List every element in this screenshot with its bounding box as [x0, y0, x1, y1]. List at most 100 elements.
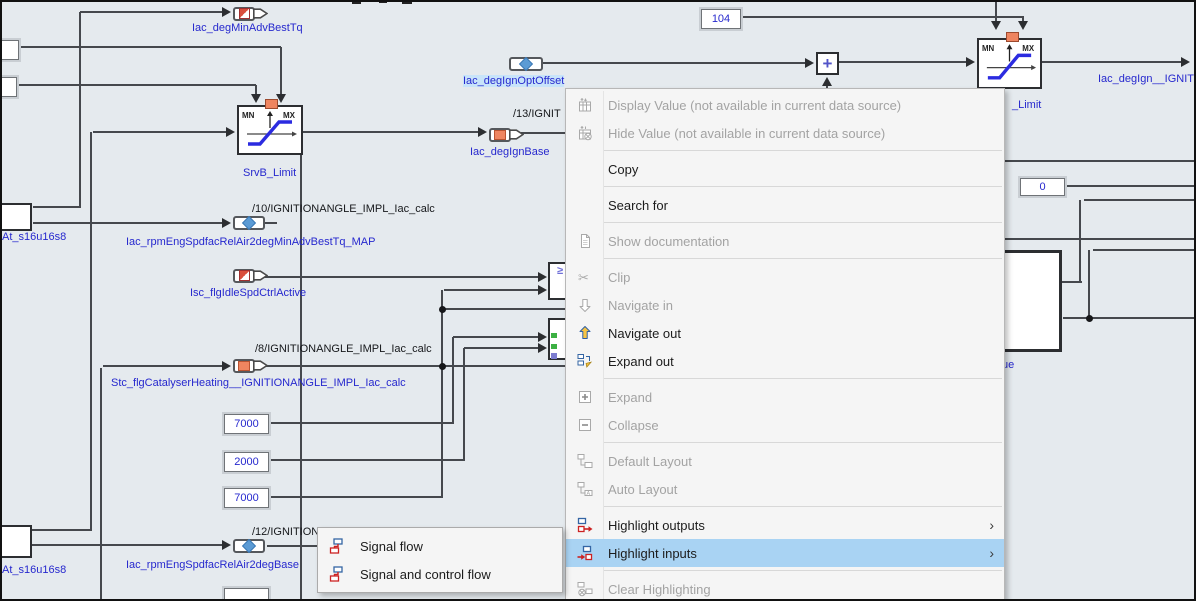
- constant-block[interactable]: 7000: [224, 414, 269, 434]
- arrowhead: [991, 21, 1001, 30]
- hierarchy-path-label[interactable]: /8/IGNITIONANGLE_IMPL_Iac_calc: [255, 343, 432, 355]
- menu-item-search-for[interactable]: Search for: [566, 191, 1004, 219]
- clip-icon: ✂: [577, 269, 593, 285]
- highlight-inputs-submenu: Signal flowSignal and control flow: [317, 527, 563, 593]
- menu-item-display-value-not-available-in-current-d[interactable]: Display Value (not available in current …: [566, 91, 1004, 119]
- port-isc-flgidlespdctrlactive[interactable]: [233, 268, 268, 283]
- menu-item-clip[interactable]: ✂Clip: [566, 263, 1004, 291]
- menu-item-collapse[interactable]: Collapse: [566, 411, 1004, 439]
- port-iac-degminadvbesttq[interactable]: [233, 6, 268, 21]
- signal-label[interactable]: Iac_rpmEngSpdfacRelAir2degMinAdvBestTq_M…: [126, 236, 375, 248]
- arrowhead: [1018, 21, 1028, 30]
- submenu-chevron-icon: ›: [989, 545, 994, 561]
- wire: [1088, 250, 1090, 319]
- port-iac-degignoptoffset[interactable]: [509, 57, 543, 71]
- constant-block[interactable]: 104: [701, 9, 741, 29]
- constant-block[interactable]: 7000: [224, 488, 269, 508]
- wire: [1042, 61, 1183, 63]
- menu-separator: [604, 222, 1002, 223]
- signal-label[interactable]: At_s16u16s8: [2, 564, 66, 576]
- port-map-access-12[interactable]: [233, 539, 265, 553]
- port-map-access-10[interactable]: [233, 216, 265, 230]
- signal-label[interactable]: Iac_degIgnOptOffset: [463, 75, 564, 87]
- menu-item-clear-highlighting[interactable]: Clear Highlighting: [566, 575, 1004, 601]
- wire: [79, 12, 81, 208]
- menu-item-hide-value-not-available-in-current-data[interactable]: Hide Value (not available in current dat…: [566, 119, 1004, 147]
- hierarchy-path-label[interactable]: /12/IGNITION: [252, 526, 319, 538]
- constant-block[interactable]: 6: [0, 77, 17, 97]
- wire: [263, 365, 567, 367]
- signal-label[interactable]: Iac_rpmEngSpdfacRelAir2degBase: [126, 559, 299, 571]
- clear-highlighting-icon: [577, 581, 593, 597]
- menu-item-show-documentation[interactable]: Show documentation: [566, 227, 1004, 255]
- wire: [32, 544, 223, 546]
- menu-separator: [604, 186, 1002, 187]
- menu-item-signal-and-control-flow[interactable]: Signal and control flow: [318, 560, 562, 588]
- menu-item-signal-flow[interactable]: Signal flow: [318, 532, 562, 560]
- signal-label[interactable]: At_s16u16s8: [2, 231, 66, 243]
- port-pill: [509, 57, 543, 71]
- constant-block[interactable]: 4: [0, 40, 19, 60]
- port-stc-flgcatalyserheating[interactable]: [233, 358, 268, 373]
- port-pill: [233, 216, 265, 230]
- wire: [265, 222, 277, 224]
- constant-block[interactable]: 2000: [224, 452, 269, 472]
- arrowhead: [1181, 57, 1190, 67]
- arrowhead: [222, 361, 231, 371]
- wire: [80, 11, 228, 13]
- wire: [32, 529, 92, 531]
- wire: [267, 459, 465, 461]
- menu-separator: [604, 506, 1002, 507]
- orange-port-marker-icon: [238, 361, 250, 371]
- menu-item-expand-out[interactable]: Expand out: [566, 347, 1004, 375]
- navigate-out-icon: [577, 325, 593, 341]
- signal-label[interactable]: Stc_flgCatalyserHeating__IGNITIONANGLE_I…: [111, 377, 406, 389]
- hierarchy-path-label[interactable]: /13/IGNIT: [513, 108, 561, 120]
- svg-text:MX: MX: [1022, 44, 1034, 53]
- constant-block[interactable]: [224, 588, 269, 601]
- menu-item-copy[interactable]: Copy: [566, 155, 1004, 183]
- signal-label[interactable]: SrvB_Limit: [243, 167, 296, 179]
- menu-item-navigate-out[interactable]: Navigate out: [566, 319, 1004, 347]
- document-icon: [577, 233, 593, 249]
- arrowhead: [966, 57, 975, 67]
- output-arrow-icon: [255, 268, 268, 283]
- wire: [1093, 249, 1196, 251]
- display-value-icon: [577, 97, 593, 113]
- constant-block[interactable]: 0: [1020, 178, 1065, 196]
- signal-label[interactable]: Iac_degMinAdvBestTq: [192, 22, 303, 34]
- expand-icon: [577, 389, 593, 405]
- signal-label[interactable]: Iac_degIgn__IGNIT: [1098, 73, 1194, 85]
- edge-cutoff-block-2[interactable]: [0, 525, 32, 558]
- menu-item-default-layout[interactable]: Default Layout: [566, 447, 1004, 475]
- menu-item-label: Navigate in: [608, 298, 1004, 313]
- menu-item-navigate-in[interactable]: Navigate in: [566, 291, 1004, 319]
- subsystem-block[interactable]: [1000, 250, 1062, 352]
- model-editor-canvas: 104 7000 2000 7000 0 4 6 Iac_degMinAdvBestTq Srv…: [0, 0, 1196, 601]
- signal-label[interactable]: Iac_degIgnBase: [470, 146, 550, 158]
- hierarchy-path-label[interactable]: /10/IGNITIONANGLE_IMPL_Iac_calc: [252, 203, 435, 215]
- navigate-in-icon: [577, 297, 593, 313]
- output-arrow-icon: [255, 6, 268, 21]
- menu-item-highlight-inputs[interactable]: Highlight inputs›: [566, 539, 1004, 567]
- orange-port-marker-icon: [494, 130, 506, 140]
- sum-block[interactable]: +: [816, 52, 839, 75]
- input-pin-purple: [551, 353, 557, 359]
- arrowhead: [222, 540, 231, 550]
- plus-glyph: +: [818, 54, 837, 73]
- wire: [453, 336, 539, 338]
- limiter-block-right[interactable]: MNMX: [977, 38, 1042, 89]
- signal-label[interactable]: _Limit: [1012, 99, 1041, 111]
- signal-label[interactable]: Isc_flgIdleSpdCtrlActive: [190, 287, 306, 299]
- svg-text:MX: MX: [283, 111, 296, 120]
- wire: [464, 347, 539, 349]
- menu-item-expand[interactable]: Expand: [566, 383, 1004, 411]
- port-iac-degignbase[interactable]: [489, 127, 524, 142]
- menu-item-highlight-outputs[interactable]: Highlight outputs›: [566, 511, 1004, 539]
- output-arrow-icon: [255, 358, 268, 373]
- menu-separator: [604, 258, 1002, 259]
- auto-layout-icon: A: [577, 481, 593, 497]
- limiter-block-srvb[interactable]: MNMX: [237, 105, 303, 155]
- menu-item-auto-layout[interactable]: AAuto Layout: [566, 475, 1004, 503]
- edge-cutoff-block-1[interactable]: [0, 203, 32, 231]
